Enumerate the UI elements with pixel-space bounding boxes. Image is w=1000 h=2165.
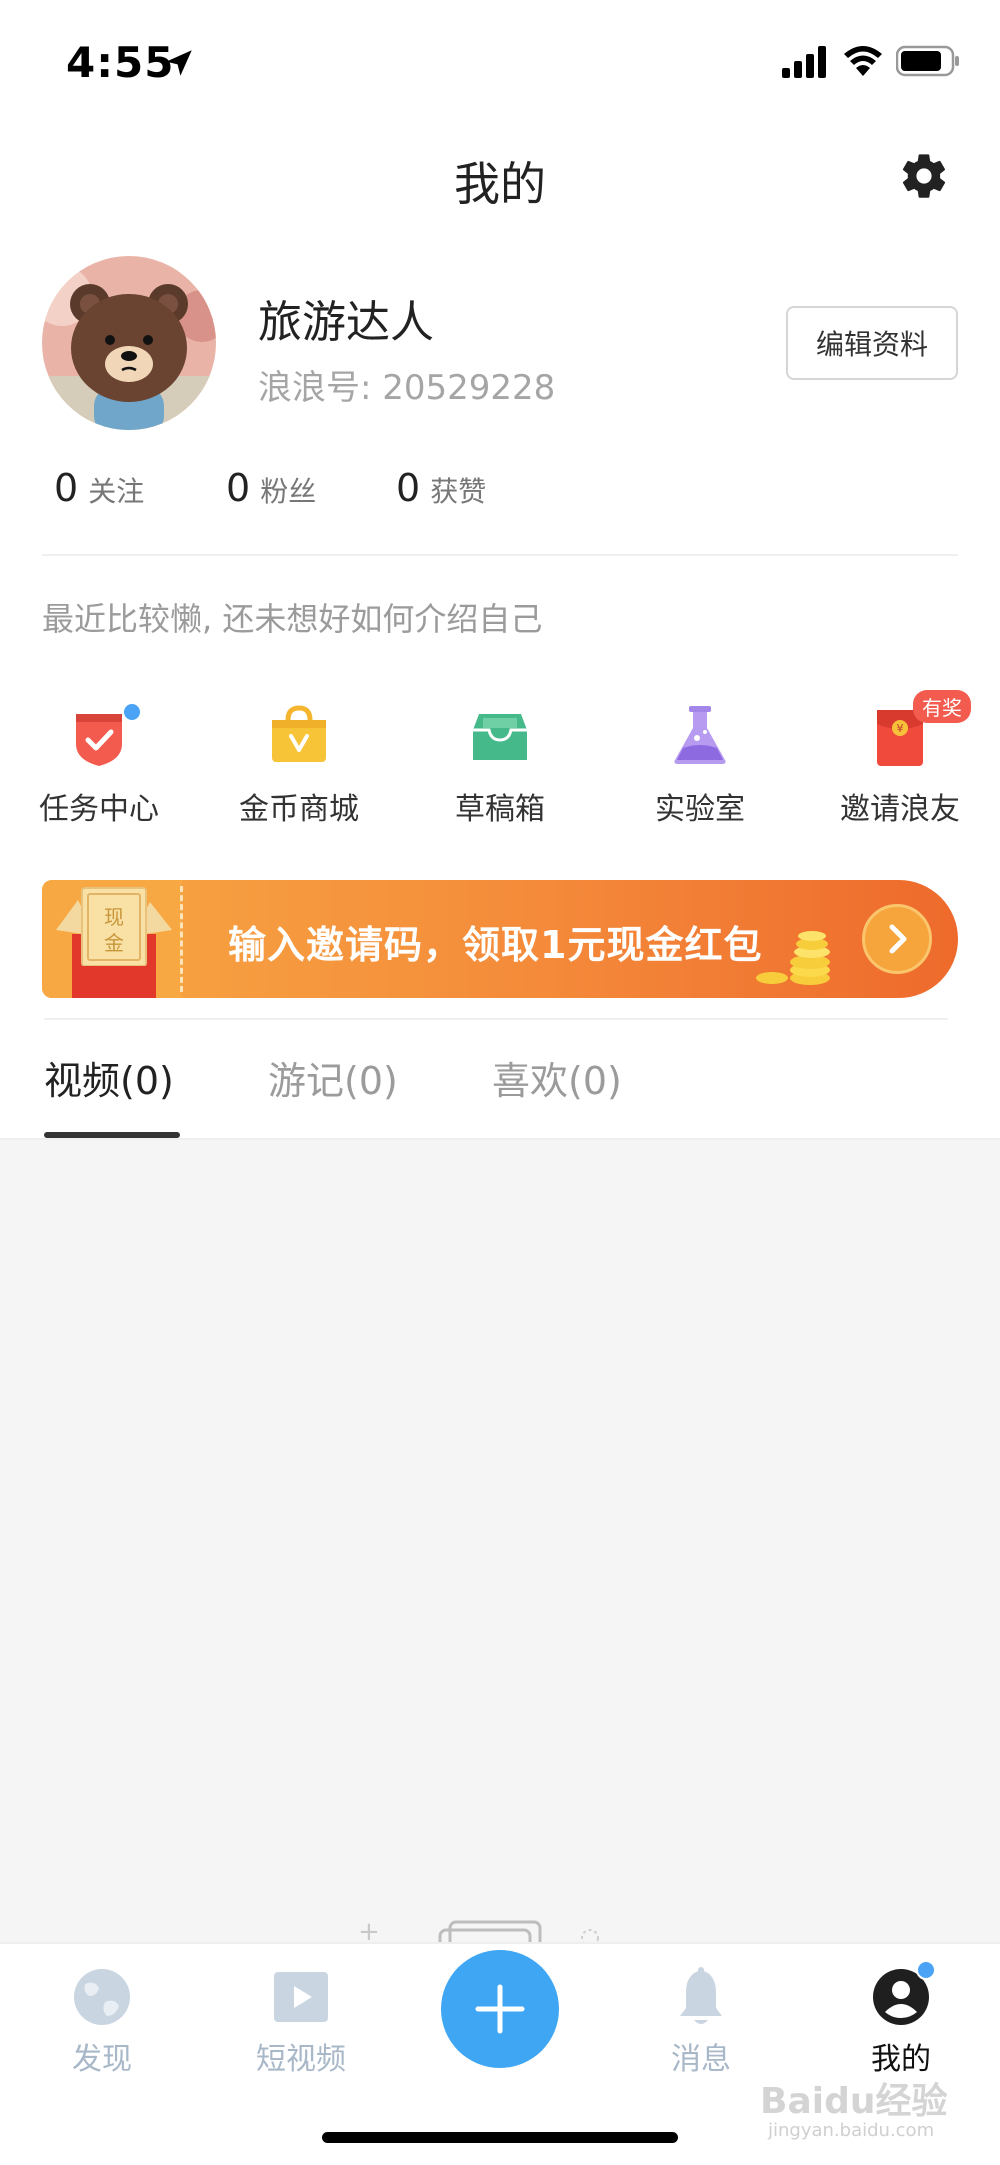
banner-envelope-area: 现 金 xyxy=(42,880,182,998)
lab-flask-icon xyxy=(674,706,726,764)
globe-icon xyxy=(74,1969,130,2025)
user-id: 浪浪号: 20529228 xyxy=(258,368,556,408)
shortcut-coin-mall[interactable]: 金币商城 xyxy=(219,700,379,828)
banner-dashed-separator xyxy=(180,886,183,992)
prize-badge: 有奖 xyxy=(913,690,971,723)
home-indicator[interactable] xyxy=(322,2132,678,2143)
nav-label: 短视频 xyxy=(256,2042,346,2077)
stat-label: 关注 xyxy=(88,475,145,508)
bell-icon xyxy=(680,1967,722,2024)
banner-text: 输入邀请码，领取1元现金红包 xyxy=(228,923,763,967)
divider xyxy=(44,1018,948,1020)
nav-discover[interactable]: 发现 xyxy=(32,1966,172,2078)
settings-gear-icon[interactable] xyxy=(898,150,950,202)
tab-likes[interactable]: 喜欢(0) xyxy=(492,1050,622,1105)
svg-text:¥: ¥ xyxy=(897,722,904,735)
gold-coins-icon xyxy=(756,931,830,985)
shortcut-drafts[interactable]: 草稿箱 xyxy=(420,700,580,828)
shortcut-label: 金币商城 xyxy=(239,792,359,827)
nav-label: 发现 xyxy=(72,2042,132,2077)
shortcut-label: 邀请浪友 xyxy=(840,792,960,827)
tab-videos[interactable]: 视频(0) xyxy=(44,1050,174,1105)
stat-likes[interactable]: 0 获赞 xyxy=(396,466,486,510)
tab-travel-notes[interactable]: 游记(0) xyxy=(268,1050,398,1105)
username: 旅游达人 xyxy=(258,297,434,348)
nav-messages[interactable]: 消息 xyxy=(631,1966,771,2078)
divider xyxy=(42,554,958,556)
watermark-url: jingyan.baidu.com xyxy=(768,2120,935,2141)
add-post-button[interactable] xyxy=(441,1950,559,2068)
envelope-text-1: 现 xyxy=(104,905,124,929)
plus-icon xyxy=(475,1984,525,2034)
edit-profile-button[interactable]: 编辑资料 xyxy=(786,306,958,380)
avatar[interactable] xyxy=(42,256,216,430)
envelope-text-2: 金 xyxy=(104,931,124,955)
shortcut-invite-friends[interactable]: ¥ 有奖 邀请浪友 xyxy=(820,690,980,828)
stat-following[interactable]: 0 关注 xyxy=(54,466,144,510)
shortcut-task-center[interactable]: 任务中心 xyxy=(19,700,179,828)
chevron-right-icon xyxy=(889,924,907,954)
stat-label: 获赞 xyxy=(430,475,487,508)
invite-code-banner[interactable]: 现 金 输入邀请码，领取1元现金红包 xyxy=(42,880,958,998)
watermark-logo: Baidu经验 xyxy=(760,2081,948,2122)
stat-value: 0 xyxy=(226,466,251,510)
cellular-signal-icon xyxy=(782,46,826,78)
shortcut-label: 实验室 xyxy=(655,792,745,827)
shortcut-label: 任务中心 xyxy=(39,792,159,827)
nav-me[interactable]: 我的 xyxy=(831,1960,971,2078)
coin-mall-icon xyxy=(272,705,326,762)
status-time: 4:55 xyxy=(66,38,175,87)
bear-avatar-image xyxy=(42,256,216,430)
status-bar: 4:55 xyxy=(0,0,1000,120)
notification-dot xyxy=(122,702,142,722)
bio-text[interactable]: 最近比较懒, 还未想好如何介绍自己 xyxy=(42,594,542,640)
battery-icon xyxy=(896,45,959,77)
shortcut-label: 草稿箱 xyxy=(455,792,545,827)
drafts-icon xyxy=(473,714,527,760)
shortcut-lab[interactable]: 实验室 xyxy=(620,700,780,828)
wifi-icon xyxy=(844,46,882,76)
banner-go-button[interactable] xyxy=(862,904,932,974)
location-arrow-icon xyxy=(166,50,192,76)
stat-value: 0 xyxy=(54,466,79,510)
video-play-icon xyxy=(274,1972,328,2022)
content-list-area xyxy=(0,1138,1000,1942)
cash-envelope-icon: 现 金 xyxy=(56,887,172,998)
notification-dot xyxy=(916,1960,936,1980)
nav-label: 消息 xyxy=(671,2042,731,2077)
stat-label: 粉丝 xyxy=(260,475,317,508)
page-title: 我的 xyxy=(454,157,546,211)
stat-value: 0 xyxy=(396,466,421,510)
nav-short-videos[interactable]: 短视频 xyxy=(231,1966,371,2078)
stat-fans[interactable]: 0 粉丝 xyxy=(226,466,316,510)
